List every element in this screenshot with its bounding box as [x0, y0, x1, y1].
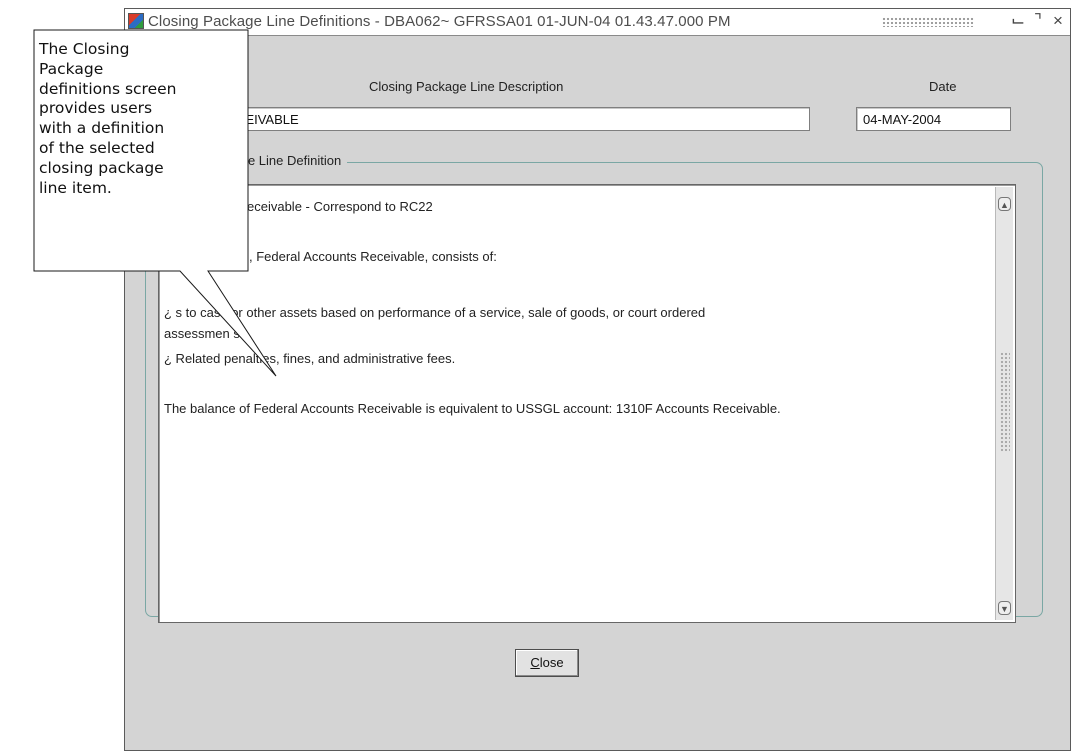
- callout-text: The Closing Package definitions screen p…: [39, 40, 177, 197]
